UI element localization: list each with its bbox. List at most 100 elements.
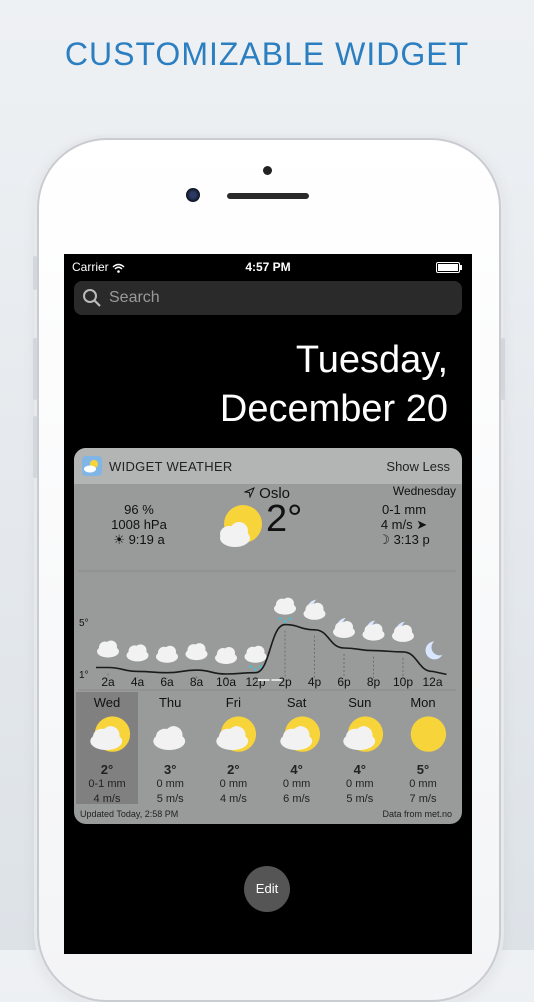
day-forecast-fri[interactable]: Fri 2° 0 mm 4 m/s xyxy=(202,692,264,805)
sun-cloud-icon xyxy=(279,716,320,752)
y-tick-label: 1° xyxy=(79,670,89,681)
location-arrow-icon xyxy=(243,487,255,499)
updated-label: Updated Today, 2:58 PM xyxy=(80,809,179,819)
precipitation-bar xyxy=(257,679,270,681)
day-temperature: 3° xyxy=(163,762,177,777)
day-temperature: 4° xyxy=(353,762,367,777)
phone-screen: Carrier 4:57 PM Search Tuesday, December… xyxy=(64,254,472,954)
x-tick-label: 8p xyxy=(367,675,381,689)
day-forecast-thu[interactable]: Thu 3° 0 mm 5 m/s xyxy=(139,692,201,805)
day-forecast-mon[interactable]: Mon 5° 0 mm 7 m/s xyxy=(392,692,454,805)
search-placeholder: Search xyxy=(109,289,160,306)
day-wind: 6 m/s xyxy=(283,793,311,805)
wind-value: 4 m/s xyxy=(380,517,413,532)
day-wind: 4 m/s xyxy=(219,793,247,805)
day-precipitation: 0 mm xyxy=(409,778,437,790)
x-tick-label: 10a xyxy=(216,675,236,689)
battery-icon xyxy=(436,262,462,273)
day-temperature: 2° xyxy=(100,762,114,777)
day-temperature: 4° xyxy=(290,762,303,777)
precipitation-bar xyxy=(271,679,282,681)
current-temperature: 2° xyxy=(266,498,303,540)
moon-icon: ☽ xyxy=(378,532,394,547)
x-tick-label: 6a xyxy=(160,675,174,689)
moon-cloud-icon xyxy=(362,618,389,641)
weather-widget: WIDGET WEATHER Show Less 96 % 1008 hPa ☀… xyxy=(74,448,462,824)
day-name: Wed xyxy=(93,695,121,710)
sun-cloud-icon xyxy=(90,716,131,752)
front-camera xyxy=(186,188,200,202)
sun-icon: ☀ xyxy=(113,532,129,547)
x-tick-label: 12p xyxy=(245,675,265,689)
day-forecast-sun[interactable]: Sun 4° 0 mm 5 m/s xyxy=(329,692,391,805)
y-tick-label: 5° xyxy=(79,618,89,629)
cloud-icon xyxy=(185,643,208,661)
day-wind: 5 m/s xyxy=(156,793,184,805)
moon-cloud-icon xyxy=(303,597,330,620)
current-weather-icon xyxy=(220,505,262,547)
moon-cloud-icon xyxy=(333,616,359,638)
day-wind: 4 m/s xyxy=(93,793,121,805)
moon-cloud-icon xyxy=(392,619,418,642)
current-weekday: Wednesday xyxy=(392,484,456,498)
show-less-button[interactable]: Show Less xyxy=(386,459,450,474)
x-tick-label: 4p xyxy=(308,675,322,689)
mute-switch xyxy=(33,256,37,290)
search-icon xyxy=(83,289,101,307)
cloud-icon xyxy=(126,644,149,662)
date-header: Tuesday, December 20 xyxy=(220,336,448,434)
x-tick-label: 2a xyxy=(101,675,115,689)
sunrise-value: 9:19 a xyxy=(128,532,165,547)
data-source-link[interactable]: Data from met.no xyxy=(382,809,452,819)
x-tick-label: 12a xyxy=(422,675,442,689)
widget-title: WIDGET WEATHER xyxy=(109,459,233,474)
volume-down-button xyxy=(33,416,37,478)
app-icon xyxy=(82,456,102,476)
wind-direction-icon: ➤ xyxy=(416,517,428,532)
day-name: Sat xyxy=(286,695,307,710)
x-tick-label: 8a xyxy=(190,675,204,689)
moonrise-row: ☽ 3:13 p xyxy=(354,532,454,547)
day-name: Fri xyxy=(225,695,241,710)
current-right-stats: 0-1 mm 4 m/s ➤ ☽ 3:13 p xyxy=(354,502,454,547)
day-wind: 7 m/s xyxy=(409,793,437,805)
day-precipitation: 0 mm xyxy=(346,778,374,790)
sun-cloud-icon xyxy=(216,716,257,752)
sun-cloud-icon xyxy=(343,716,383,752)
volume-up-button xyxy=(33,338,37,400)
day-temperature: 2° xyxy=(227,762,240,777)
headline: CUSTOMIZABLE WIDGET xyxy=(64,36,470,72)
day-forecast-wed[interactable]: Wed 2° 0-1 mm 4 m/s xyxy=(76,692,138,805)
day-precipitation: 0-1 mm xyxy=(88,778,126,790)
temperature-line xyxy=(96,623,447,676)
day-precipitation: 0 mm xyxy=(156,778,184,790)
wind-row: 4 m/s ➤ xyxy=(354,517,454,532)
day-precipitation: 0 mm xyxy=(219,778,248,790)
moonrise-value: 3:13 p xyxy=(393,532,430,547)
date-day: December 20 xyxy=(219,388,448,430)
x-tick-label: 10p xyxy=(393,675,413,689)
cloud-icon xyxy=(153,726,186,751)
status-time: 4:57 PM xyxy=(245,260,291,274)
sun-icon xyxy=(410,716,447,752)
date-weekday: Tuesday, xyxy=(295,339,448,381)
precipitation-value: 0-1 mm xyxy=(381,502,427,517)
edit-button[interactable]: Edit xyxy=(244,866,290,912)
daily-forecast: Wed 2° 0-1 mm 4 m/s Thu 3° 0 mm 5 m/s Fri 2° 0 mm 4… xyxy=(74,692,462,806)
cloud-icon xyxy=(97,640,119,658)
humidity-value: 96 % xyxy=(124,502,154,517)
day-forecast-sat[interactable]: Sat 4° 0 mm 6 m/s xyxy=(266,692,328,805)
day-temperature: 5° xyxy=(416,762,430,777)
pressure-value: 1008 hPa xyxy=(111,517,167,532)
x-tick-label: 6p xyxy=(337,675,351,689)
cloud-icon xyxy=(215,647,237,664)
x-tick-label: 2p xyxy=(278,675,292,689)
day-name: Mon xyxy=(410,695,436,710)
widget-header: WIDGET WEATHER Show Less xyxy=(74,448,462,484)
day-precipitation: 0 mm xyxy=(282,778,311,790)
cloud-icon xyxy=(156,645,178,663)
status-bar: Carrier 4:57 PM xyxy=(72,260,464,274)
earpiece-speaker xyxy=(227,193,309,199)
proximity-sensor xyxy=(263,166,272,175)
search-bar[interactable]: Search xyxy=(74,281,462,315)
